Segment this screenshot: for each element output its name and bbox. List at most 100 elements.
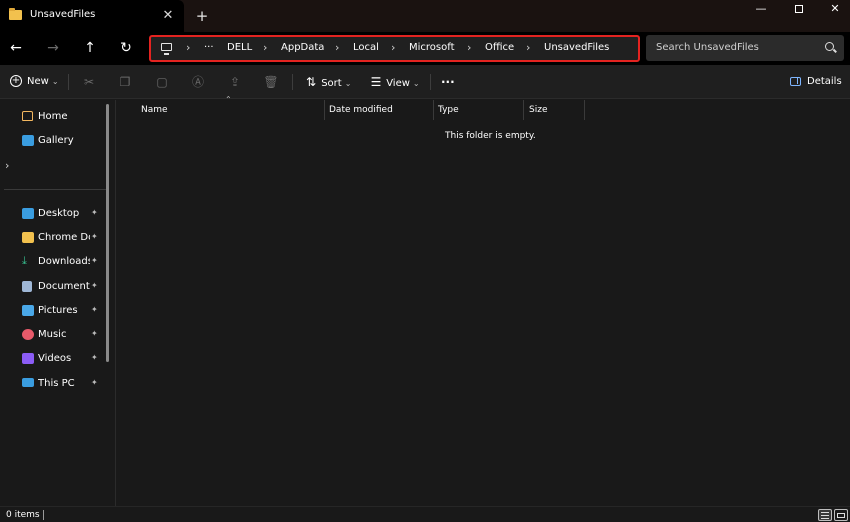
details-view-button[interactable]	[818, 509, 832, 521]
item-count: 0 items	[6, 510, 40, 520]
pin-icon[interactable]: ✦	[91, 329, 98, 338]
delete-button[interactable]: 🗑	[263, 74, 279, 90]
sidebar-item-gallery[interactable]: Gallery	[0, 130, 108, 152]
new-tab-button[interactable]: +	[192, 6, 212, 26]
breadcrumb-more[interactable]: ···	[204, 42, 214, 53]
plus-icon: +	[10, 75, 22, 87]
pin-icon[interactable]: ✦	[91, 281, 98, 290]
breadcrumb-unsavedfiles[interactable]: UnsavedFiles	[544, 42, 609, 53]
address-bar[interactable]: › ··· DELL › AppData › Local › Microsoft…	[149, 35, 640, 62]
more-options-button[interactable]: ···	[441, 65, 455, 99]
music-icon	[22, 329, 34, 340]
sidebar-item-label: Music	[38, 329, 67, 340]
status-bar: 0 items	[0, 506, 850, 522]
file-list: ⌃ Name Date modified Type Size This fold…	[117, 95, 850, 506]
search-box[interactable]: Search UnsavedFiles	[646, 35, 844, 61]
close-window-button[interactable]: ✕	[812, 0, 850, 18]
breadcrumb-microsoft[interactable]: Microsoft	[409, 42, 455, 53]
tab-title: UnsavedFiles	[30, 9, 96, 20]
paste-icon: ▢	[156, 75, 168, 89]
details-label: Details	[807, 76, 842, 87]
sidebar-divider	[4, 189, 108, 190]
maximize-icon	[795, 5, 803, 13]
sidebar-item-home[interactable]: Home	[0, 106, 108, 128]
sidebar-item-videos[interactable]: Videos ✦	[0, 348, 108, 370]
sidebar-item-label: Home	[38, 111, 68, 122]
copy-button[interactable]: ❐	[117, 74, 133, 90]
cut-button[interactable]: ✂	[81, 74, 97, 90]
chevron-right-icon[interactable]: ›	[335, 41, 339, 54]
desktop-icon	[22, 208, 34, 219]
search-icon[interactable]	[825, 42, 834, 51]
status-divider	[43, 510, 44, 520]
sidebar-item-pictures[interactable]: Pictures ✦	[0, 300, 108, 322]
breadcrumb-appdata[interactable]: AppData	[281, 42, 324, 53]
chevron-down-icon: ⌄	[412, 79, 420, 88]
breadcrumb-dell[interactable]: DELL	[227, 42, 252, 53]
copy-icon: ❐	[119, 75, 131, 89]
divider	[68, 74, 69, 90]
rename-button[interactable]: Ⓐ	[190, 74, 206, 90]
sidebar-item-label: Documents	[38, 281, 90, 292]
navigation-bar: ← → ↑ ↻ › ··· DELL › AppData › Local › M…	[0, 32, 850, 65]
details-button[interactable]: Details	[790, 65, 842, 99]
chevron-right-icon[interactable]: ›	[467, 41, 471, 54]
column-name[interactable]: Name	[135, 100, 325, 120]
download-icon: ⤓	[22, 254, 27, 267]
sidebar-item-desktop[interactable]: Desktop ✦	[0, 203, 108, 225]
scissors-icon: ✂	[83, 75, 95, 89]
share-button[interactable]: ⇪	[227, 74, 243, 90]
chevron-right-icon[interactable]: ›	[391, 41, 395, 54]
chevron-right-icon[interactable]: ›	[263, 41, 267, 54]
gallery-icon	[22, 135, 34, 146]
folder-icon	[9, 8, 22, 20]
sidebar-item-label: Videos	[38, 353, 72, 364]
pin-icon[interactable]: ✦	[91, 305, 98, 314]
navigation-pane: Home Gallery › Desktop ✦ Chrome Download…	[0, 100, 116, 506]
command-bar: + New ⌄ ✂ ❐ ▢ Ⓐ ⇪ 🗑 ⇅ Sort ⌄ ☰ View ⌄ ··· De…	[0, 65, 850, 99]
pin-icon[interactable]: ✦	[91, 232, 98, 241]
sidebar-item-label: Gallery	[38, 135, 74, 146]
pin-icon[interactable]: ✦	[91, 353, 98, 362]
new-button[interactable]: + New ⌄	[10, 65, 59, 99]
pin-icon[interactable]: ✦	[91, 378, 98, 387]
refresh-button[interactable]: ↻	[114, 36, 138, 60]
sidebar-scrollbar[interactable]	[106, 104, 109, 362]
sidebar-item-downloads[interactable]: ⤓ Downloads ✦	[0, 251, 108, 273]
chevron-right-icon[interactable]: ›	[186, 41, 190, 54]
view-button[interactable]: ☰ View ⌄	[369, 65, 420, 99]
view-label: View	[386, 78, 410, 89]
computer-icon	[161, 43, 172, 55]
sidebar-item-chrome-downloads[interactable]: Chrome Downloads ✦	[0, 227, 108, 249]
breadcrumb-local[interactable]: Local	[353, 42, 379, 53]
column-date-modified[interactable]: Date modified	[323, 100, 433, 120]
tiles-view-button[interactable]	[834, 509, 848, 521]
divider	[292, 74, 293, 90]
breadcrumb-office[interactable]: Office	[485, 42, 514, 53]
sidebar-item-music[interactable]: Music ✦	[0, 324, 108, 346]
column-divider[interactable]	[584, 100, 585, 120]
forward-button[interactable]: →	[41, 36, 65, 60]
pin-icon[interactable]: ✦	[91, 256, 98, 265]
share-icon: ⇪	[229, 75, 241, 89]
sidebar-item-documents[interactable]: Documents ✦	[0, 276, 108, 298]
sidebar-item-this-pc[interactable]: This PC ✦	[0, 373, 108, 395]
up-button[interactable]: ↑	[78, 36, 102, 60]
sort-button[interactable]: ⇅ Sort ⌄	[304, 65, 351, 99]
back-button[interactable]: ←	[4, 36, 28, 60]
close-tab-button[interactable]: ✕	[158, 6, 178, 26]
new-label: New	[27, 76, 49, 87]
chevron-right-icon[interactable]: ›	[526, 41, 530, 54]
column-type[interactable]: Type	[432, 100, 524, 120]
paste-button[interactable]: ▢	[154, 74, 170, 90]
search-input[interactable]: Search UnsavedFiles	[656, 42, 759, 53]
chevron-right-icon[interactable]: ›	[5, 159, 9, 172]
home-icon	[22, 111, 33, 121]
tab-unsavedfiles[interactable]: UnsavedFiles ✕	[0, 0, 184, 32]
pin-icon[interactable]: ✦	[91, 208, 98, 217]
documents-icon	[22, 281, 32, 292]
trash-icon: 🗑	[263, 75, 279, 89]
empty-folder-message: This folder is empty.	[445, 131, 536, 141]
rename-icon: Ⓐ	[191, 75, 204, 89]
column-size[interactable]: Size	[523, 100, 585, 120]
